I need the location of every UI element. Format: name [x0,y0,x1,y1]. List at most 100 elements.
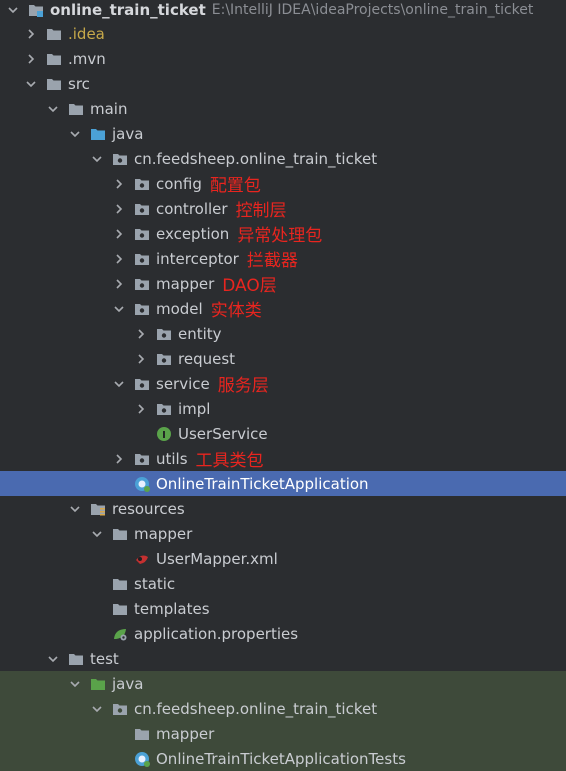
tree-row-test-package[interactable]: cn.feedsheep.online_train_ticket [0,696,566,721]
test-source-folder-icon [90,676,106,692]
chevron-right-icon[interactable] [134,402,148,416]
chevron-down-icon[interactable] [6,3,20,17]
chevron-right-icon[interactable] [134,352,148,366]
project-name: online_train_ticket [50,0,206,19]
annotation-model: 实体类 [210,301,262,321]
tree-row-test-class[interactable]: OnlineTrainTicketApplicationTests [0,746,566,771]
tree-row-resources[interactable]: resources [0,496,566,521]
file-label: UserMapper.xml [156,549,278,568]
chevron-down-icon[interactable] [46,102,60,116]
tree-row-interceptor[interactable]: interceptor 拦截器 [0,246,566,271]
chevron-down-icon[interactable] [68,127,82,141]
chevron-right-icon[interactable] [112,227,126,241]
module-folder-icon [28,2,44,18]
file-label: application.properties [134,624,299,643]
tree-row-application-properties[interactable]: application.properties [0,621,566,646]
annotation-mapper: DAO层 [222,276,277,296]
tree-row-mvn[interactable]: .mvn [0,46,566,71]
folder-label: test [90,649,119,668]
chevron-down-icon[interactable] [46,652,60,666]
folder-label: templates [134,599,210,618]
svg-text:I: I [162,430,166,441]
folder-icon [46,51,62,67]
chevron-right-icon[interactable] [24,27,38,41]
package-label: impl [178,399,211,418]
tree-row-idea[interactable]: .idea [0,21,566,46]
chevron-right-icon[interactable] [112,452,126,466]
package-label: controller [156,199,228,218]
class-label: OnlineTrainTicketApplicationTests [156,749,406,768]
annotation-service: 服务层 [217,376,269,396]
package-label: cn.feedsheep.online_train_ticket [134,699,378,718]
chevron-down-icon[interactable] [112,377,126,391]
tree-row-application-class[interactable]: OnlineTrainTicketApplication [0,471,566,496]
tree-row-main[interactable]: main [0,96,566,121]
tree-row-java[interactable]: java [0,121,566,146]
project-tree: online_train_ticket E:\IntelliJ IDEA\ide… [0,0,566,771]
annotation-utils: 工具类包 [195,451,264,471]
package-icon [134,376,150,392]
package-label: exception [156,224,230,243]
mybatis-xml-icon [134,551,150,567]
package-label: interceptor [156,249,239,268]
chevron-down-icon[interactable] [68,677,82,691]
tree-row-entity[interactable]: entity [0,321,566,346]
package-icon [156,351,172,367]
package-label: model [156,299,203,318]
tree-row-static[interactable]: static [0,571,566,596]
chevron-right-icon[interactable] [112,252,126,266]
folder-label: .mvn [68,49,106,68]
tree-row-service[interactable]: service 服务层 [0,371,566,396]
folder-label: mapper [156,724,215,743]
folder-label: java [112,674,144,693]
annotation-interceptor: 拦截器 [246,251,298,271]
folder-icon [112,601,128,617]
tree-row-controller[interactable]: controller 控制层 [0,196,566,221]
tree-row-model[interactable]: model 实体类 [0,296,566,321]
chevron-down-icon[interactable] [68,502,82,516]
tree-row-usermapper-xml[interactable]: UserMapper.xml [0,546,566,571]
chevron-down-icon[interactable] [112,302,126,316]
package-icon [134,201,150,217]
chevron-right-icon[interactable] [112,202,126,216]
tree-row-package[interactable]: cn.feedsheep.online_train_ticket [0,146,566,171]
folder-icon [112,576,128,592]
tree-row-templates[interactable]: templates [0,596,566,621]
tree-row-mapper[interactable]: mapper DAO层 [0,271,566,296]
project-path: E:\IntelliJ IDEA\ideaProjects\online_tra… [211,1,534,18]
tree-row-exception[interactable]: exception 异常处理包 [0,221,566,246]
folder-label: java [112,124,144,143]
folder-icon [46,26,62,42]
chevron-right-icon[interactable] [134,327,148,341]
package-label: mapper [156,274,215,293]
chevron-down-icon[interactable] [90,152,104,166]
class-label: OnlineTrainTicketApplication [156,474,369,493]
chevron-right-icon[interactable] [112,277,126,291]
tree-row-src[interactable]: src [0,71,566,96]
spring-boot-class-icon [134,751,150,767]
tree-row-test-java[interactable]: java [0,671,566,696]
tree-row-userservice[interactable]: I UserService [0,421,566,446]
chevron-down-icon[interactable] [90,702,104,716]
chevron-right-icon[interactable] [112,177,126,191]
package-icon [134,301,150,317]
chevron-down-icon[interactable] [90,527,104,541]
folder-icon [68,101,84,117]
package-label: cn.feedsheep.online_train_ticket [134,149,378,168]
annotation-controller: 控制层 [235,201,287,221]
package-icon [156,401,172,417]
tree-row-project-root[interactable]: online_train_ticket E:\IntelliJ IDEA\ide… [0,0,566,22]
tree-row-test-mapper[interactable]: mapper [0,721,566,746]
tree-row-resources-mapper[interactable]: mapper [0,521,566,546]
tree-row-test[interactable]: test [0,646,566,671]
tree-row-impl[interactable]: impl [0,396,566,421]
chevron-down-icon[interactable] [24,77,38,91]
tree-row-utils[interactable]: utils 工具类包 [0,446,566,471]
package-icon [134,226,150,242]
tree-row-config[interactable]: config 配置包 [0,171,566,196]
tree-row-request[interactable]: request [0,346,566,371]
chevron-right-icon[interactable] [24,52,38,66]
package-label: request [178,349,236,368]
package-label: entity [178,324,222,343]
package-label: config [156,174,202,193]
